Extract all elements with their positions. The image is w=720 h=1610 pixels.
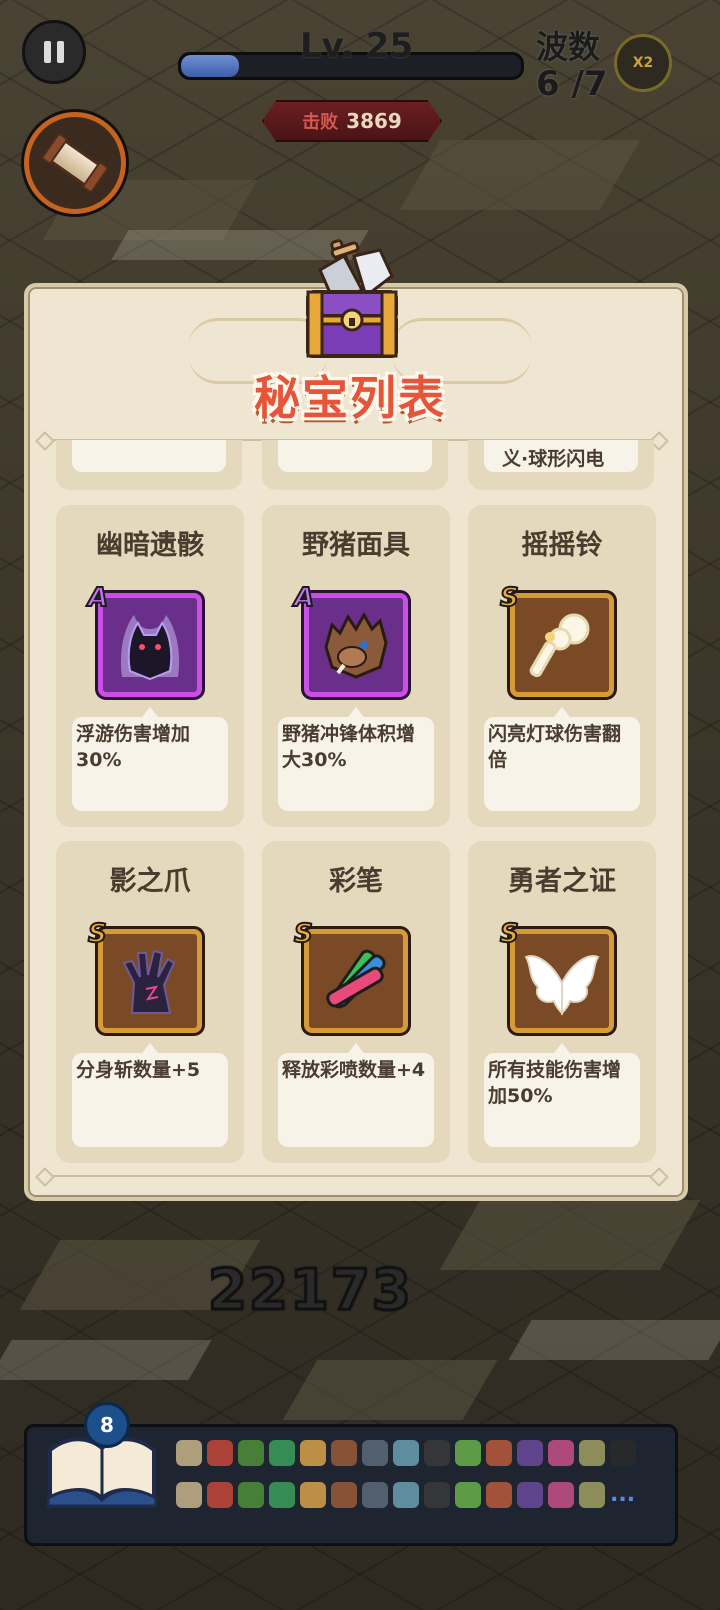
skill-slots: ... [176, 1440, 646, 1520]
item-icon-frame [510, 929, 614, 1033]
skill-book-count: 8 [84, 1402, 130, 1448]
skill-slot-icon[interactable] [176, 1482, 202, 1508]
skill-slot-icon[interactable] [424, 1482, 450, 1508]
item-name: 彩笔 [329, 866, 383, 897]
kills-label: 击败 [302, 112, 339, 133]
item-card[interactable]: 影之爪 S 分身斩数量+5 [56, 841, 244, 1163]
skill-slot-icon[interactable] [424, 1440, 450, 1466]
rank-badge: A [87, 582, 109, 614]
item-desc: 浮游伤害增加30% [76, 723, 191, 771]
skill-slot-icon[interactable] [331, 1440, 357, 1466]
item-name: 幽暗遗骸 [96, 530, 204, 561]
skill-slot-icon[interactable] [207, 1482, 233, 1508]
pause-icon [44, 41, 51, 63]
boar-mask-icon [324, 611, 388, 679]
skill-slot-icon[interactable] [300, 1482, 326, 1508]
skill-slot-icon[interactable] [486, 1482, 512, 1508]
item-name: 影之爪 [109, 866, 191, 897]
skill-slot-icon[interactable] [269, 1482, 295, 1508]
rank-badge: S [499, 582, 520, 614]
partial-item-card [262, 440, 448, 490]
wave-label: 波数 [536, 28, 601, 66]
skill-slot-icon[interactable] [517, 1440, 543, 1466]
skill-slot-icon[interactable] [610, 1440, 636, 1466]
more-skills-indicator[interactable]: ... [610, 1482, 638, 1518]
item-icon-frame [304, 929, 408, 1033]
skill-slot-icon[interactable] [579, 1482, 605, 1508]
item-icon-frame [304, 593, 408, 697]
item-name: 摇摇铃 [521, 530, 603, 561]
color-pens-icon [326, 949, 386, 1009]
skill-slot-icon[interactable] [362, 1482, 388, 1508]
skill-slot-icon[interactable] [548, 1440, 574, 1466]
speed-x2-button[interactable]: X2 [614, 34, 672, 92]
item-icon-frame [98, 593, 202, 697]
damage-number: 22173 [207, 1257, 413, 1325]
item-desc-box: 所有技能伤害增加50% [484, 1043, 640, 1147]
kills-count: 3869 [346, 109, 402, 133]
skill-slot-icon[interactable] [331, 1482, 357, 1508]
skill-slot-icon[interactable] [238, 1440, 264, 1466]
item-desc-box: 浮游伤害增加30% [72, 707, 228, 811]
skill-slot-icon[interactable] [269, 1440, 295, 1466]
rank-badge: S [499, 918, 520, 950]
item-desc: 分身斩数量+5 [76, 1059, 201, 1081]
skill-slot-icon[interactable] [362, 1440, 388, 1466]
treasure-chest-icon [306, 239, 398, 358]
item-card[interactable]: 野猪面具 A 野猪冲锋体积增大30% [262, 505, 450, 827]
hero-wings-icon [524, 955, 600, 1016]
skill-slot-icon[interactable] [486, 1440, 512, 1466]
level-label: Lv. 25 [300, 26, 414, 66]
partial-item-card: 义·球形闪电 [468, 440, 654, 490]
rank-badge: S [293, 918, 314, 950]
item-card[interactable]: 幽暗遗骸 A 浮游伤害增加30% [56, 505, 244, 827]
skill-slot-icon[interactable] [207, 1440, 233, 1466]
scroll-icon [45, 136, 105, 190]
item-card[interactable]: 彩笔 S 释放彩喷数量+4 [262, 841, 450, 1163]
item-name: 野猪面具 [302, 530, 410, 561]
item-desc: 闪亮灯球伤害翻倍 [488, 723, 622, 771]
skill-slot-icon[interactable] [548, 1482, 574, 1508]
item-icon-frame [510, 593, 614, 697]
rattle-bell-icon [529, 613, 590, 678]
skill-slot-icon[interactable] [176, 1440, 202, 1466]
bottom-divider [44, 1175, 660, 1177]
item-desc-box: 闪亮灯球伤害翻倍 [484, 707, 640, 811]
skill-slot-icon[interactable] [300, 1440, 326, 1466]
item-desc-box: 释放彩喷数量+4 [278, 1043, 434, 1147]
skill-slot-icon[interactable] [393, 1482, 419, 1508]
wave-counter: 6 /7 [536, 64, 608, 104]
pause-button[interactable] [22, 20, 86, 84]
item-desc: 释放彩喷数量+4 [282, 1059, 426, 1081]
skill-slot-icon[interactable] [238, 1482, 264, 1508]
rank-badge: A [293, 582, 315, 614]
partial-item-card [56, 440, 242, 490]
item-desc-box: 分身斩数量+5 [72, 1043, 228, 1147]
item-name: 勇者之证 [508, 866, 616, 897]
item-desc-box: 野猪冲锋体积增大30% [278, 707, 434, 811]
panel-title: 秘宝列表 [254, 371, 446, 425]
item-desc: 所有技能伤害增加50% [488, 1059, 622, 1107]
item-card[interactable]: 摇摇铃 S 闪亮灯球伤害翻倍 [468, 505, 656, 827]
skill-slot-icon[interactable] [517, 1482, 543, 1508]
rank-badge: S [87, 918, 108, 950]
kills-banner: 击败 3869 [262, 100, 442, 142]
item-icon-frame [98, 929, 202, 1033]
scroll-button[interactable] [24, 112, 126, 214]
skill-slot-icon[interactable] [455, 1482, 481, 1508]
shadow-wolf-icon [120, 615, 180, 681]
skill-slot-icon[interactable] [393, 1440, 419, 1466]
item-desc: 野猪冲锋体积增大30% [282, 723, 416, 771]
skill-slot-icon[interactable] [455, 1440, 481, 1466]
shadow-claw-icon [122, 949, 176, 1014]
item-card[interactable]: 勇者之证 S 所有技能伤害增加50% [468, 841, 656, 1163]
skill-slot-icon[interactable] [579, 1440, 605, 1466]
